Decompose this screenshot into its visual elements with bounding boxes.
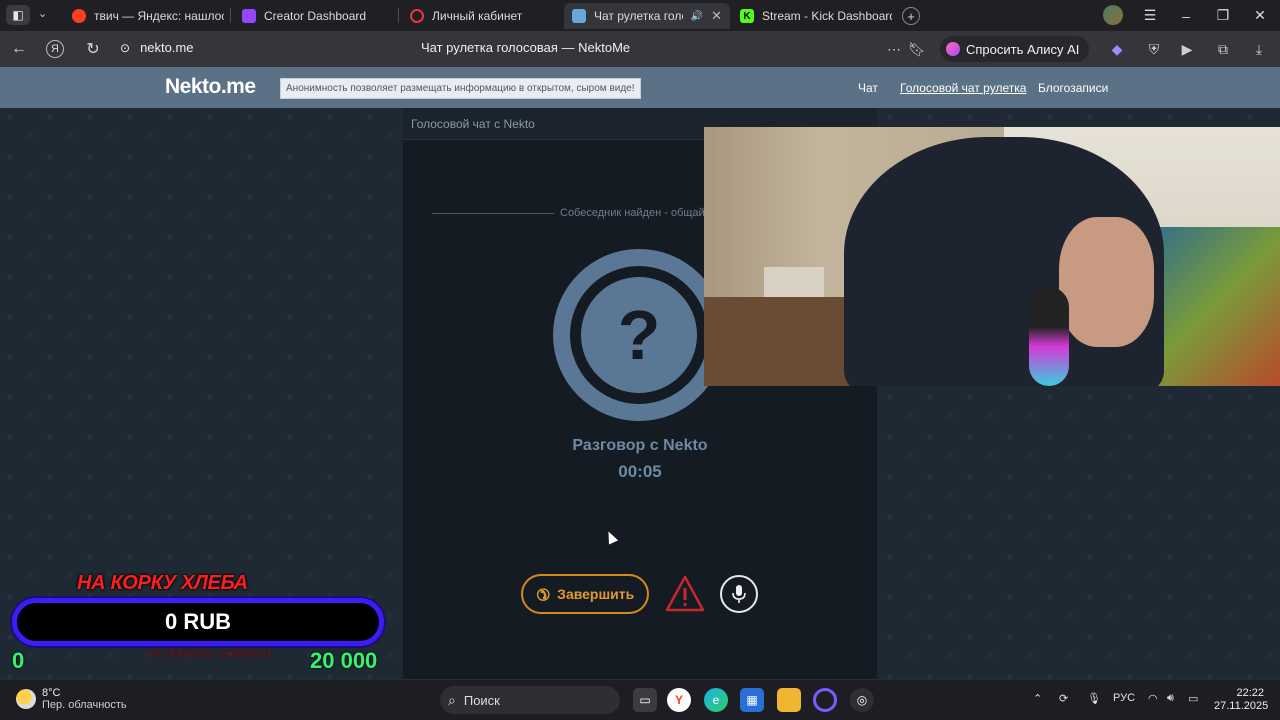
minimize-icon[interactable]: – — [1168, 0, 1204, 31]
donation-goal-title: НА КОРКУ ХЛЕБА — [77, 572, 248, 594]
task-view-icon[interactable]: ▭ — [633, 688, 657, 712]
back-icon[interactable]: ← — [8, 38, 30, 60]
tab-label: Чат рулетка голосовая — [594, 9, 683, 23]
donation-goal-bar: 0 RUB — [12, 598, 384, 646]
alice-label: Спросить Алису AI — [966, 41, 1080, 57]
nav-blog[interactable]: Блогозаписи — [1038, 81, 1108, 95]
tab-creator-dashboard[interactable]: Creator Dashboard — [234, 3, 394, 29]
search-placeholder: Поиск — [463, 692, 500, 708]
tab-yandex-search[interactable]: твич — Яндекс: нашлось — [64, 3, 224, 29]
microphone-button[interactable] — [720, 575, 758, 613]
end-call-button[interactable]: ✆ Завершить — [521, 574, 649, 614]
tab-personal-cabinet[interactable]: Личный кабинет — [402, 3, 557, 29]
yandex-favicon-icon — [72, 9, 86, 23]
volume-slider[interactable]: 🔈︎ — [796, 119, 866, 139]
restore-icon[interactable]: ❐ — [1205, 0, 1241, 31]
vpn-shield-icon[interactable]: ⛨ — [1145, 40, 1163, 58]
tab-label: Личный кабинет — [432, 9, 523, 23]
sync-icon[interactable]: ⟳ — [1059, 692, 1068, 705]
voice-chat-title: Голосовой чат с Nekto — [411, 117, 535, 131]
opera-favicon-icon — [410, 9, 424, 23]
close-window-icon[interactable]: ✕ — [1242, 0, 1278, 31]
reload-icon[interactable]: ↻ — [82, 38, 104, 60]
tab-label: твич — Яндекс: нашлось — [94, 9, 224, 23]
status-text: Собеседник найден - общайтесь — [560, 207, 727, 219]
nekto-favicon-icon — [572, 9, 586, 23]
tab-nekto-voice-chat[interactable]: Чат рулетка голосовая 🔊 ✕ — [564, 3, 730, 29]
alice-app-icon[interactable] — [813, 688, 837, 712]
partner-found-status: Собеседник найден - общайтесь — [432, 207, 727, 219]
menu-icon[interactable]: ☰ — [1132, 0, 1168, 31]
yandex-home-icon[interactable]: Я — [46, 40, 64, 58]
system-clock[interactable]: 22:22 27.11.2025 — [1214, 687, 1269, 713]
tray-mic-icon[interactable]: 🎙︎ — [1087, 692, 1101, 705]
browser-tab-bar: ◧ ⌄ твич — Яндекс: нашлось Creator Dashb… — [0, 0, 1280, 31]
hang-up-icon: ✆ — [531, 582, 553, 605]
tab-list-chevron-icon[interactable]: ⌄ — [38, 7, 47, 20]
file-explorer-icon[interactable] — [777, 688, 801, 712]
more-icon[interactable]: ⋯ — [885, 40, 903, 58]
site-slogan: Анонимность позволяет размещать информац… — [280, 78, 641, 99]
twitch-favicon-icon — [242, 9, 256, 23]
windows-taskbar: 8°C Пер. облачность ⌕ Поиск ▭ Y e ▦ ◎ ⌃ … — [0, 679, 1280, 720]
report-warning-icon[interactable] — [665, 574, 705, 614]
tab-label: Stream - Kick Dashboard — [762, 9, 892, 23]
tab-label: Creator Dashboard — [264, 9, 367, 23]
site-header: Nekto.me Анонимность позволяет размещать… — [0, 67, 1280, 108]
donation-goal-remaining-label: ОСТАЛОСЬ СОБРАТЬ — [148, 648, 275, 660]
language-indicator[interactable]: РУС — [1113, 692, 1135, 704]
partly-cloudy-icon — [16, 689, 36, 709]
nav-voice-chat[interactable]: Голосовой чат рулетка — [900, 81, 1026, 95]
search-icon: ⌕ — [448, 691, 456, 708]
edge-icon[interactable]: e — [704, 688, 728, 712]
alice-icon — [946, 42, 960, 56]
donation-amount: 0 RUB — [164, 609, 231, 634]
yandex-browser-icon[interactable]: Y — [667, 688, 691, 712]
url-field[interactable]: ⊙ nekto.me — [120, 40, 194, 55]
donation-goal-max: 20 000 — [310, 648, 378, 673]
microphone-icon — [732, 585, 746, 603]
bookmark-icon[interactable]: 🔖︎ — [908, 40, 926, 58]
site-info-icon[interactable]: ⊙ — [120, 41, 130, 55]
taskbar-search[interactable]: ⌕ Поиск — [440, 686, 620, 714]
extension-game-icon[interactable]: ◆ — [1108, 40, 1126, 58]
donation-goal-min: 0 — [12, 648, 25, 673]
tab-kick-dashboard[interactable]: K Stream - Kick Dashboard — [732, 3, 892, 29]
clock-date: 27.11.2025 — [1214, 700, 1269, 712]
tray-overflow-icon[interactable]: ⌃ — [1033, 692, 1042, 705]
wifi-icon[interactable]: ◠ — [1148, 692, 1158, 705]
store-icon[interactable]: ▦ — [740, 688, 764, 712]
tab-audio-icon[interactable]: 🔊 — [691, 11, 703, 22]
profile-avatar[interactable] — [1103, 5, 1123, 25]
question-mark-icon: ? — [581, 277, 697, 393]
collections-icon[interactable]: ⧉ — [1214, 40, 1232, 58]
battery-icon[interactable]: ▭ — [1188, 692, 1198, 705]
media-play-icon[interactable]: ▶ — [1178, 40, 1196, 58]
kick-favicon-icon: K — [740, 9, 754, 23]
page-title: Чат рулетка голосовая — NektoMe — [421, 40, 631, 55]
new-tab-icon[interactable]: + — [902, 7, 920, 25]
webcam-overlay — [704, 127, 1280, 386]
obs-icon[interactable]: ◎ — [850, 688, 874, 712]
ask-alice-button[interactable]: Спросить Алису AI — [940, 36, 1090, 62]
nav-chat[interactable]: Чат — [858, 81, 878, 95]
site-logo[interactable]: Nekto.me — [165, 75, 256, 99]
partner-avatar: ? — [553, 249, 725, 421]
download-icon[interactable]: ⤓ — [1250, 40, 1268, 58]
windows-start-icon[interactable] — [407, 688, 431, 712]
tab-close-icon[interactable]: ✕ — [711, 8, 722, 24]
weather-temp: 8°C — [42, 687, 61, 699]
end-call-label: Завершить — [557, 586, 635, 602]
call-timer: 00:05 — [618, 462, 662, 481]
url-text: nekto.me — [140, 40, 194, 55]
weather-desc: Пер. облачность — [42, 699, 127, 711]
weather-widget[interactable]: 8°C Пер. облачность — [16, 687, 127, 711]
sidebar-toggle-icon[interactable]: ◧ — [6, 5, 30, 25]
partner-name: Разговор с Nekto — [572, 437, 708, 454]
speaker-icon[interactable]: 🔊︎ — [1167, 692, 1174, 705]
clock-time: 22:22 — [1236, 687, 1264, 699]
address-bar: ← Я ↻ ⊙ nekto.me Чат рулетка голосовая —… — [0, 31, 1280, 67]
